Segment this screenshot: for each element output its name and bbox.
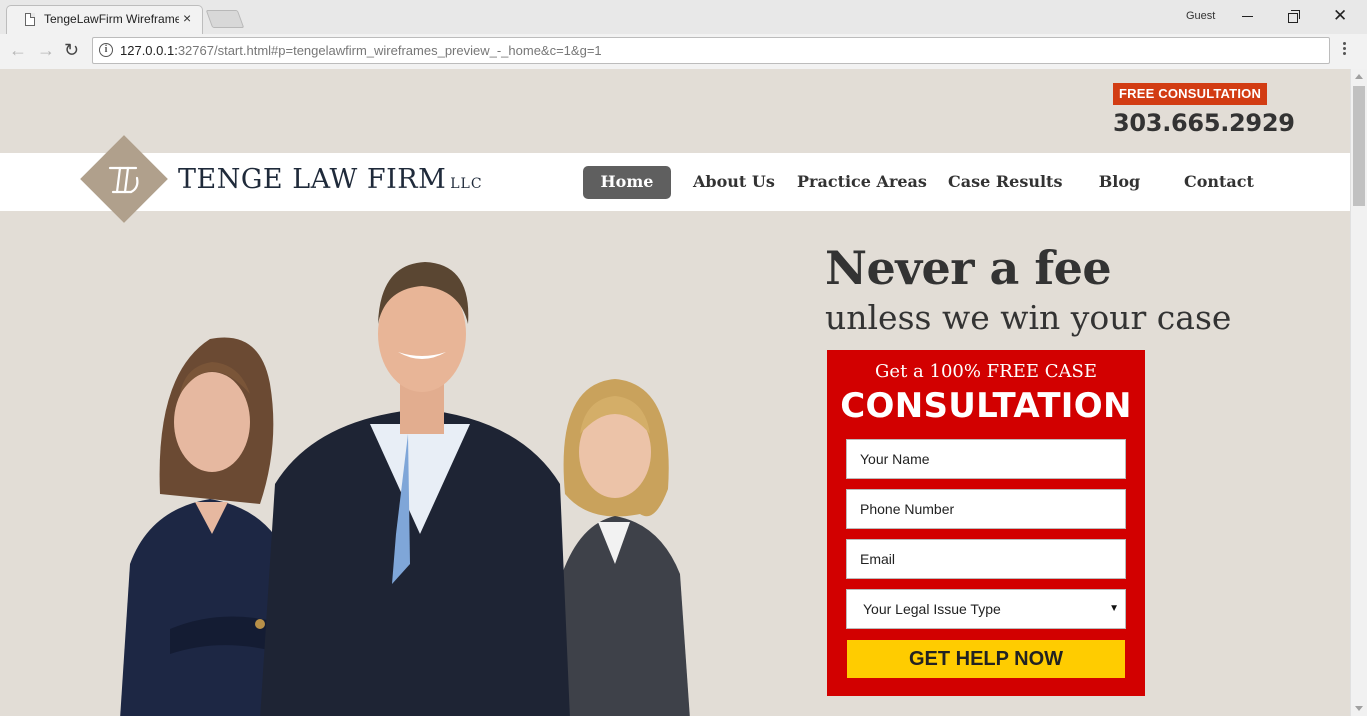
form-title: CONSULTATION: [840, 386, 1132, 426]
firm-suffix: LLC: [450, 176, 483, 192]
scroll-up-icon[interactable]: [1355, 74, 1363, 79]
close-tab-icon[interactable]: ×: [183, 10, 191, 26]
forward-icon[interactable]: →: [37, 40, 55, 60]
menu-icon[interactable]: [1343, 42, 1347, 60]
legal-issue-select-value: Your Legal Issue Type: [863, 601, 1001, 617]
hero-subhead: unless we win your case: [825, 298, 1232, 337]
attorney-right-figure: [550, 379, 690, 716]
profile-label[interactable]: Guest: [1186, 10, 1215, 22]
nav-about-us[interactable]: About Us: [693, 166, 775, 199]
scroll-thumb[interactable]: [1353, 86, 1365, 206]
browser-chrome: TengeLawFirm Wireframe × Guest ✕ ← → ↻ i…: [0, 0, 1367, 69]
tab-strip: TengeLawFirm Wireframe × Guest ✕: [0, 0, 1367, 34]
minimize-icon[interactable]: [1242, 16, 1253, 17]
nav-blog[interactable]: Blog: [1097, 166, 1142, 199]
browser-tab[interactable]: TengeLawFirm Wireframe ×: [6, 5, 203, 34]
reload-icon[interactable]: ↻: [64, 40, 79, 60]
scroll-down-icon[interactable]: [1355, 706, 1363, 711]
get-help-now-button[interactable]: GET HELP NOW: [847, 640, 1125, 678]
tab-title: TengeLawFirm Wireframe: [44, 12, 179, 26]
nav-contact[interactable]: Contact: [1184, 166, 1254, 199]
nav-home[interactable]: Home: [583, 166, 671, 199]
phone-field[interactable]: Phone Number: [846, 489, 1126, 529]
scrollbar[interactable]: [1350, 69, 1367, 716]
window-close-icon[interactable]: ✕: [1333, 6, 1347, 26]
document-icon: [25, 13, 35, 26]
url-host: 127.0.0.1:: [120, 43, 178, 58]
new-tab-button[interactable]: [205, 10, 245, 28]
dropdown-arrow-icon: ▼: [1109, 603, 1119, 614]
restore-icon[interactable]: [1288, 10, 1300, 23]
firm-name: TENGE LAW FIRM: [178, 164, 447, 195]
consultation-form: Get a 100% FREE CASE CONSULTATION Your N…: [827, 350, 1145, 696]
nav-practice-areas[interactable]: Practice Areas: [797, 166, 927, 199]
email-field[interactable]: Email: [846, 539, 1126, 579]
form-lead: Get a 100% FREE CASE: [875, 361, 1097, 382]
info-icon[interactable]: i: [99, 43, 113, 57]
hero-headline: Never a fee: [825, 241, 1112, 295]
team-photo: [120, 262, 690, 716]
url-text[interactable]: 127.0.0.1:32767/start.html#p=tengelawfir…: [120, 43, 602, 58]
back-icon[interactable]: ←: [9, 40, 27, 60]
firm-name-logo[interactable]: TENGE LAW FIRM LLC: [178, 164, 483, 195]
page-viewport: FREE CONSULTATION 303.665.2929 TENGE LAW…: [0, 69, 1350, 716]
free-consultation-badge[interactable]: FREE CONSULTATION: [1113, 83, 1267, 105]
address-bar[interactable]: i 127.0.0.1:32767/start.html#p=tengelawf…: [92, 37, 1330, 64]
nav-case-results[interactable]: Case Results: [948, 166, 1062, 199]
attorney-center-figure: [260, 262, 570, 716]
browser-toolbar: ← → ↻ i 127.0.0.1:32767/start.html#p=ten…: [0, 34, 1367, 69]
url-path: 32767/start.html#p=tengelawfirm_wirefram…: [177, 43, 602, 58]
phone-number[interactable]: 303.665.2929: [1113, 109, 1295, 137]
name-field[interactable]: Your Name: [846, 439, 1126, 479]
logo-icon[interactable]: [80, 135, 168, 223]
legal-issue-select[interactable]: Your Legal Issue Type ▼: [846, 589, 1126, 629]
